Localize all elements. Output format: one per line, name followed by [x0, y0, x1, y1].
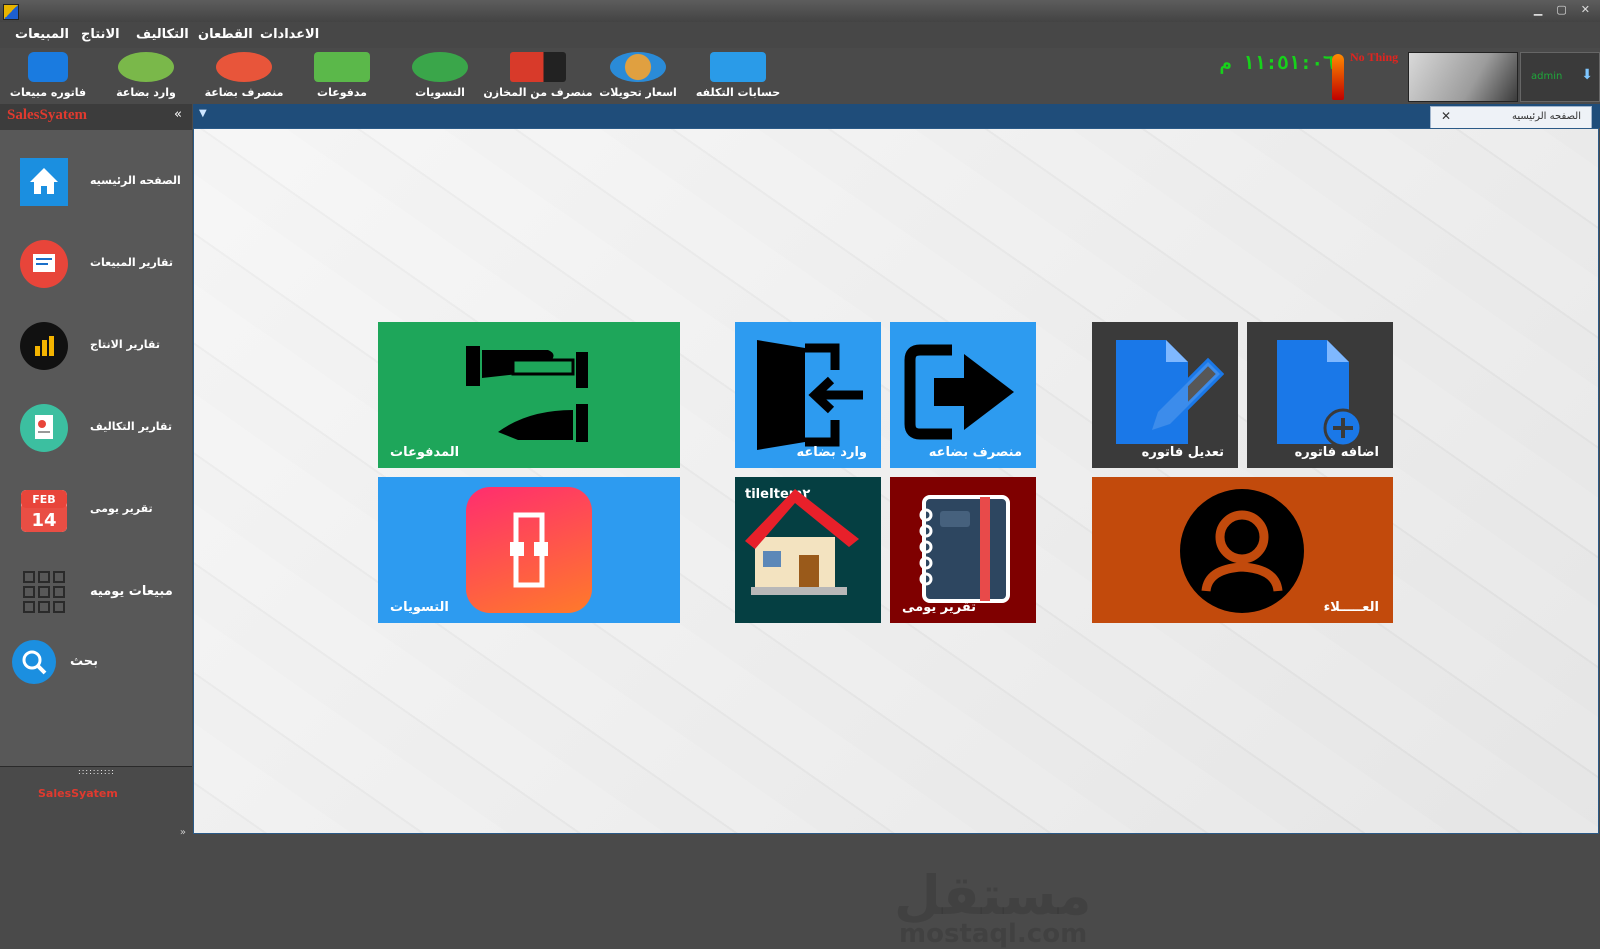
status-note: No Thing: [1350, 50, 1399, 64]
splitter-grip[interactable]: ::::::::::: [78, 767, 115, 776]
close-icon[interactable]: ✕: [1581, 3, 1590, 16]
menu-costs[interactable]: التكاليف: [136, 27, 189, 42]
toolbar-payments-button[interactable]: مدفوعات: [294, 52, 390, 102]
minimize-icon[interactable]: ▁: [1534, 3, 1542, 16]
main-content: المدفوعات التسويات وارد بضاعه منصرف بضاع…: [193, 128, 1599, 949]
production-report-icon: [20, 322, 68, 370]
tab-dropdown-icon[interactable]: ▼: [199, 108, 207, 119]
cost-accounts-icon: [710, 52, 766, 82]
edit-file-icon: [1116, 340, 1224, 444]
search-icon: [12, 640, 56, 684]
warehouse-exit-icon: [510, 52, 566, 82]
user-name: admin: [1531, 71, 1563, 82]
sidebar: SalesSyatem « الصفحه الرئيسيه تقارير الم…: [0, 104, 192, 842]
tile-payments[interactable]: المدفوعات: [378, 322, 680, 468]
user-dropdown[interactable]: admin ⬇: [1520, 52, 1600, 102]
tab-home[interactable]: ✕ الصفحه الرئيسيه: [1430, 106, 1592, 130]
user-profile-icon: [1180, 489, 1304, 613]
maximize-icon[interactable]: ▢: [1556, 3, 1566, 16]
sign-out-icon: [904, 344, 1014, 440]
house-icon: [745, 489, 859, 595]
settlements-icon: [412, 52, 468, 82]
payment-hands-icon: [466, 346, 588, 442]
sidebar-item-search[interactable]: بحث: [0, 628, 192, 698]
app-icon: [3, 4, 19, 20]
sidebar-footer-title: SalesSyatem: [38, 787, 118, 800]
calendar-month: FEB: [32, 493, 55, 506]
sidebar-header: SalesSyatem «: [0, 104, 192, 130]
door-enter-icon: [757, 340, 863, 450]
watermark-text: مستقل: [894, 864, 1092, 927]
sidebar-item-home[interactable]: الصفحه الرئيسيه: [0, 148, 192, 218]
menu-herds[interactable]: القطعان: [198, 27, 253, 42]
home-icon: [20, 158, 68, 206]
collapse-icon[interactable]: «: [174, 107, 182, 122]
settlements-app-icon: [466, 487, 592, 613]
sales-report-icon: [20, 240, 68, 288]
document-tabstrip: ▼ ✕ الصفحه الرئيسيه: [193, 104, 1600, 130]
cost-report-icon: [20, 404, 68, 452]
toolbar-sales-invoice-button[interactable]: فاتوره مبيعات: [0, 52, 96, 102]
tile-edit-invoice[interactable]: تعديل فاتوره: [1092, 322, 1238, 468]
payments-icon: [314, 52, 370, 82]
sidebar-item-daily-report[interactable]: FEB 14 تقرير يومى: [0, 476, 192, 546]
toolbar-cost-accounts-button[interactable]: حسابات التكلفه: [690, 52, 786, 102]
sidebar-title: SalesSyatem: [7, 107, 87, 123]
toolbar-incoming-goods-button[interactable]: وارد بضاعة: [98, 52, 194, 102]
sidebar-footer: :::::::::: SalesSyatem »: [0, 766, 192, 842]
outgoing-goods-icon: [216, 52, 272, 82]
tab-close-icon[interactable]: ✕: [1441, 109, 1451, 123]
toolbar-conversion-rates-button[interactable]: اسعار تحويلات: [590, 52, 686, 102]
conversion-rates-icon: [610, 52, 666, 82]
grid-icon: [23, 571, 65, 613]
watermark-url: mostaql.com: [899, 919, 1088, 949]
expand-icon[interactable]: »: [180, 827, 186, 838]
window-titlebar: ▁ ▢ ✕: [0, 0, 1600, 22]
calendar-icon: FEB 14: [21, 490, 67, 532]
notebook-icon: [919, 495, 1010, 603]
sidebar-item-cost-reports[interactable]: تقارير التكاليف: [0, 394, 192, 464]
sidebar-item-daily-sales[interactable]: مبيعات يوميه: [0, 558, 192, 628]
tile-daily-report[interactable]: تقرير يومى: [890, 477, 1036, 623]
tile-incoming-goods[interactable]: وارد بضاعه: [735, 322, 881, 468]
tile-settlements[interactable]: التسويات: [378, 477, 680, 623]
arrow-down-icon: ⬇: [1581, 67, 1593, 83]
tile-house[interactable]: tileItem٢: [735, 477, 881, 623]
menu-production[interactable]: الانتاج: [81, 27, 120, 42]
toolbar-outgoing-goods-button[interactable]: منصرف بضاعة: [196, 52, 292, 102]
calendar-day: 14: [31, 510, 56, 531]
flame-icon: [1332, 54, 1344, 100]
sidebar-item-production-reports[interactable]: تقارير الانتاج: [0, 312, 192, 382]
menu-settings[interactable]: الاعدادات: [260, 27, 319, 42]
user-photo: [1408, 52, 1518, 102]
clock-display: ١١:٥١:٠٦ م: [1220, 52, 1335, 74]
tile-add-invoice[interactable]: اضافه فاتوره: [1247, 322, 1393, 468]
menu-bar: المبيعات الانتاج التكاليف القطعان الاعدا…: [0, 22, 1600, 48]
invoice-icon: [28, 52, 68, 82]
sidebar-item-sales-reports[interactable]: تقارير المبيعات: [0, 230, 192, 300]
toolbar-warehouse-exit-button[interactable]: منصرف من المخازن: [480, 52, 596, 102]
add-file-icon: [1277, 340, 1363, 448]
tile-outgoing-goods[interactable]: منصرف بضاعه: [890, 322, 1036, 468]
toolbar-settlements-button[interactable]: التسويات: [392, 52, 488, 102]
menu-sales[interactable]: المبيعات: [15, 27, 69, 42]
incoming-goods-icon: [118, 52, 174, 82]
tile-customers[interactable]: العـــــلاء: [1092, 477, 1393, 623]
